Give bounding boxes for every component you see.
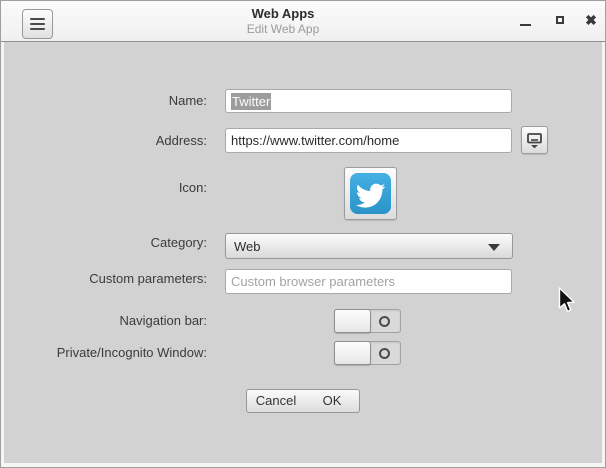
titlebar: Web Apps Edit Web App ✖ (1, 1, 605, 42)
close-button[interactable]: ✖ (581, 10, 601, 30)
twitter-bird-icon (350, 173, 391, 214)
close-icon: ✖ (585, 12, 597, 28)
category-dropdown[interactable]: Web (225, 233, 513, 259)
icon-label: Icon: (178, 180, 207, 195)
switch-handle (334, 309, 371, 333)
navigation-bar-switch[interactable] (334, 309, 401, 333)
cancel-button[interactable]: Cancel (246, 389, 306, 413)
switch-off-indicator (379, 348, 390, 359)
custom-parameters-input[interactable] (225, 269, 512, 294)
name-input[interactable]: Twitter (225, 89, 512, 113)
incognito-switch[interactable] (334, 341, 401, 365)
download-favicon-icon (527, 132, 542, 148)
minimize-icon (519, 23, 531, 26)
custom-parameters-label: Custom parameters: (89, 271, 207, 286)
address-label: Address: (155, 133, 207, 148)
ok-button[interactable]: OK (305, 389, 360, 413)
download-favicon-button[interactable] (521, 126, 548, 154)
address-input[interactable] (225, 128, 512, 153)
app-icon-button[interactable] (344, 167, 397, 220)
category-selected-value: Web (234, 238, 261, 254)
webapps-window: Web Apps Edit Web App ✖ Name: Twitter Ad… (0, 0, 606, 468)
maximize-icon (556, 16, 564, 24)
title-block: Web Apps Edit Web App (81, 6, 485, 36)
dropdown-arrow-icon (488, 244, 500, 251)
window-subtitle: Edit Web App (246, 22, 320, 36)
window-title: Web Apps (251, 6, 315, 21)
hamburger-menu-icon (30, 18, 45, 20)
incognito-label: Private/Incognito Window: (56, 345, 207, 360)
hamburger-menu-button[interactable] (22, 9, 53, 39)
name-input-selected-text: Twitter (231, 92, 272, 110)
name-label: Name: (168, 93, 207, 108)
category-label: Category: (150, 235, 207, 250)
minimize-button[interactable] (515, 10, 535, 30)
maximize-button[interactable] (550, 10, 570, 30)
switch-off-indicator (379, 316, 390, 327)
switch-handle (334, 341, 371, 365)
navigation-bar-label: Navigation bar: (119, 313, 207, 328)
